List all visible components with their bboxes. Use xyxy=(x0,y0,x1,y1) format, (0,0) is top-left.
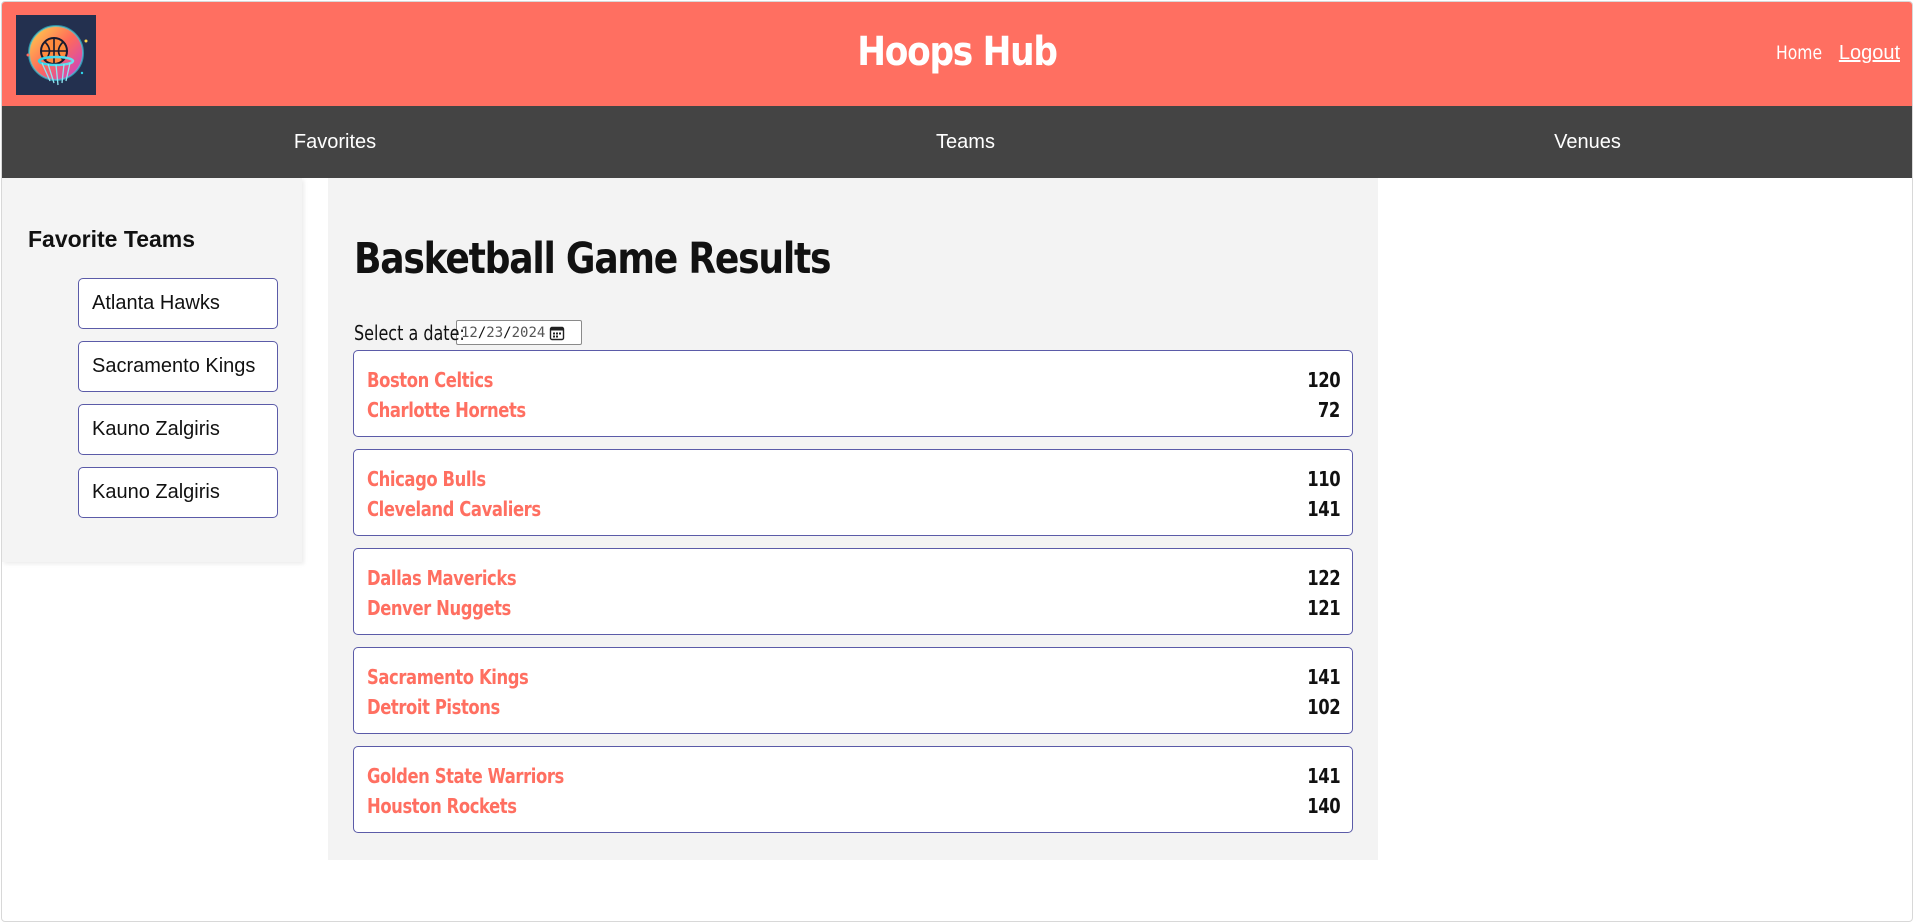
game-card[interactable]: Golden State Warriors 141 Houston Rocket… xyxy=(353,746,1353,833)
sidebar-title: Favorite Teams xyxy=(28,226,196,252)
team-score: 141 xyxy=(1306,665,1340,689)
team-score: 141 xyxy=(1306,764,1340,788)
team-score: 110 xyxy=(1306,467,1340,491)
date-year[interactable]: 2024 xyxy=(512,325,546,341)
team-row: Charlotte Hornets 72 xyxy=(367,395,1340,425)
team-name[interactable]: Houston Rockets xyxy=(367,794,517,818)
team-name[interactable]: Boston Celtics xyxy=(367,368,493,392)
header-links: Home Logout xyxy=(1771,42,1900,65)
favorite-team-item[interactable]: Kauno Zalgiris xyxy=(78,467,278,518)
date-input[interactable]: 12 / 23 / 2024 xyxy=(456,320,582,345)
game-card[interactable]: Chicago Bulls 110 Cleveland Cavaliers 14… xyxy=(353,449,1353,536)
date-separator: / xyxy=(477,324,487,341)
basketball-logo-icon[interactable] xyxy=(16,15,96,95)
favorite-team-item[interactable]: Kauno Zalgiris xyxy=(78,404,278,455)
page-title: Basketball Game Results xyxy=(354,234,831,284)
team-score: 120 xyxy=(1306,368,1340,392)
home-link[interactable]: Home xyxy=(1776,42,1822,64)
team-row: Chicago Bulls 110 xyxy=(367,464,1340,494)
team-row: Detroit Pistons 102 xyxy=(367,692,1340,722)
game-card[interactable]: Sacramento Kings 141 Detroit Pistons 102 xyxy=(353,647,1353,734)
logout-link[interactable]: Logout xyxy=(1839,42,1900,65)
team-score: 102 xyxy=(1306,695,1340,719)
nav-item-venues[interactable]: Venues xyxy=(1263,106,1912,178)
team-row: Denver Nuggets 121 xyxy=(367,593,1340,623)
date-selector: Select a date: 12 / 23 / 2024 xyxy=(354,320,582,345)
team-score: 122 xyxy=(1306,566,1340,590)
app-window: Hoops Hub Home Logout Favorites Teams Ve… xyxy=(1,1,1913,922)
team-score: 140 xyxy=(1306,794,1340,818)
favorite-team-item[interactable]: Sacramento Kings xyxy=(78,341,278,392)
main-nav: Favorites Teams Venues xyxy=(2,106,1912,178)
favorite-team-item[interactable]: Atlanta Hawks xyxy=(78,278,278,329)
calendar-icon[interactable] xyxy=(549,325,565,341)
team-name[interactable]: Chicago Bulls xyxy=(367,467,486,491)
team-name[interactable]: Detroit Pistons xyxy=(367,695,500,719)
date-separator: / xyxy=(503,324,512,341)
team-row: Cleveland Cavaliers 141 xyxy=(367,494,1340,524)
team-name[interactable]: Golden State Warriors xyxy=(367,764,564,788)
date-day[interactable]: 23 xyxy=(486,325,503,341)
favorite-teams-list: Atlanta Hawks Sacramento Kings Kauno Zal… xyxy=(78,278,278,530)
team-score: 121 xyxy=(1306,596,1340,620)
team-row: Boston Celtics 120 xyxy=(367,365,1340,395)
team-name[interactable]: Charlotte Hornets xyxy=(367,398,526,422)
header-bar: Hoops Hub Home Logout xyxy=(2,2,1912,106)
team-score: 141 xyxy=(1306,497,1340,521)
team-name[interactable]: Cleveland Cavaliers xyxy=(367,497,541,521)
team-row: Dallas Mavericks 122 xyxy=(367,563,1340,593)
nav-item-favorites[interactable]: Favorites xyxy=(2,106,668,178)
date-label: Select a date: xyxy=(354,320,465,345)
team-row: Golden State Warriors 141 xyxy=(367,761,1340,791)
favorites-sidebar: Favorite Teams Atlanta Hawks Sacramento … xyxy=(2,178,302,562)
app-title: Hoops Hub xyxy=(857,29,1058,75)
team-row: Houston Rockets 140 xyxy=(367,791,1340,821)
results-panel: Basketball Game Results Select a date: 1… xyxy=(328,178,1378,860)
game-results-list: Boston Celtics 120 Charlotte Hornets 72 … xyxy=(353,350,1353,845)
team-name[interactable]: Sacramento Kings xyxy=(367,665,529,689)
team-row: Sacramento Kings 141 xyxy=(367,662,1340,692)
game-card[interactable]: Boston Celtics 120 Charlotte Hornets 72 xyxy=(353,350,1353,437)
nav-item-teams[interactable]: Teams xyxy=(668,106,1263,178)
game-card[interactable]: Dallas Mavericks 122 Denver Nuggets 121 xyxy=(353,548,1353,635)
team-name[interactable]: Dallas Mavericks xyxy=(367,566,517,590)
team-name[interactable]: Denver Nuggets xyxy=(367,596,511,620)
team-score: 72 xyxy=(1317,398,1340,422)
